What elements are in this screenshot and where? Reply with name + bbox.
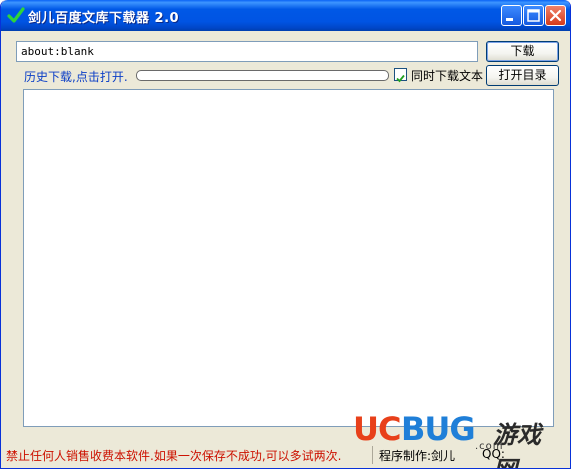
close-icon [549, 9, 562, 22]
watermark-uc-text: UC [353, 410, 401, 448]
maximize-icon [527, 9, 540, 22]
app-window: 剑儿百度文库下载器 2.0 about:blank 下载 历史下载,点击打开. … [0, 0, 571, 469]
close-button[interactable] [545, 5, 566, 26]
sync-text-checkbox[interactable] [394, 68, 407, 83]
sync-text-label: 同时下载文本 [411, 69, 484, 83]
minimize-button[interactable] [501, 5, 522, 26]
status-warning-text: 禁止任何人销售收费本软件.如果一次保存不成功,可以多试两次. [6, 449, 342, 463]
maximize-button[interactable] [523, 5, 544, 26]
title-bar[interactable]: 剑儿百度文库下载器 2.0 [1, 0, 570, 31]
history-download-link[interactable]: 历史下载,点击打开. [24, 68, 128, 85]
open-directory-button[interactable]: 打开目录 [486, 65, 559, 86]
url-input[interactable]: about:blank [16, 41, 478, 62]
browser-content-area[interactable] [23, 89, 554, 427]
ucbug-watermark-logo: UC BUG 游戏网 .com [353, 410, 563, 468]
watermark-bug-text: BUG [401, 410, 476, 448]
watermark-domain-text: .com [475, 441, 504, 452]
download-progress-bar [136, 70, 389, 81]
checkmark-icon [7, 7, 25, 23]
minimize-icon [506, 18, 513, 21]
download-button[interactable]: 下载 [486, 41, 559, 62]
window-title: 剑儿百度文库下载器 2.0 [28, 11, 180, 26]
checkmark-icon [396, 74, 405, 83]
